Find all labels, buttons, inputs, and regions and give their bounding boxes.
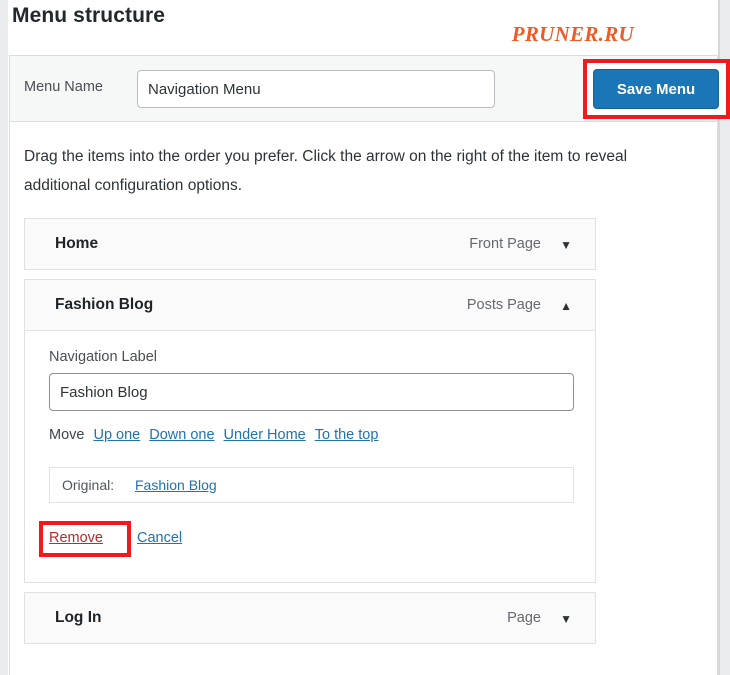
move-links-row: Move Up one Down one Under Home To the top xyxy=(49,427,378,443)
menu-item-title: Log In xyxy=(55,609,102,626)
menu-item-settings-panel: Navigation Label Move Up one Down one Under… xyxy=(24,331,596,583)
move-under-home-link[interactable]: Under Home xyxy=(224,427,306,443)
menu-name-input[interactable] xyxy=(137,70,495,108)
chevron-up-icon[interactable]: ▲ xyxy=(560,297,572,315)
chevron-down-icon[interactable]: ▼ xyxy=(560,610,572,628)
save-menu-button[interactable]: Save Menu xyxy=(593,69,719,109)
menu-item-type: Front Page xyxy=(469,236,541,252)
move-down-one-link[interactable]: Down one xyxy=(149,427,214,443)
menu-item-type: Posts Page xyxy=(466,297,541,313)
menu-name-bar: Menu Name Save Menu xyxy=(10,56,730,122)
menu-item-header[interactable]: Fashion Blog Posts Page ▲ xyxy=(24,279,596,331)
left-gutter xyxy=(0,0,8,675)
move-to-the-top-link[interactable]: To the top xyxy=(315,427,379,443)
remove-link[interactable]: Remove xyxy=(49,530,103,546)
menu-editor-card: Menu Name Save Menu Drag the items into … xyxy=(9,55,730,675)
menu-item-title: Fashion Blog xyxy=(55,296,154,313)
menu-item-header[interactable]: Log In Page ▼ xyxy=(24,592,596,644)
menu-item-fashion-blog[interactable]: Fashion Blog Posts Page ▲ Navigation Lab… xyxy=(24,279,596,583)
move-caption: Move xyxy=(49,427,85,443)
instructions-text: Drag the items into the order you prefer… xyxy=(24,148,628,194)
original-field: Original: Fashion Blog xyxy=(49,467,574,503)
menu-item-log-in[interactable]: Log In Page ▼ xyxy=(24,592,596,644)
watermark: PRUNER.RU xyxy=(511,22,634,46)
menu-items-list: Home Front Page ▼ Fashion Blog Posts Pag… xyxy=(24,218,596,653)
cancel-link[interactable]: Cancel xyxy=(137,530,182,546)
original-caption: Original: xyxy=(62,477,115,493)
menu-name-label: Menu Name xyxy=(24,79,103,95)
menu-item-header[interactable]: Home Front Page ▼ xyxy=(24,218,596,270)
menu-item-title: Home xyxy=(55,235,99,252)
screen-root: Menu structure PRUNER.RU Menu Name Save … xyxy=(0,0,730,675)
menu-item-home[interactable]: Home Front Page ▼ xyxy=(24,218,596,270)
page-title: Menu structure xyxy=(12,4,166,27)
menu-item-type: Page xyxy=(507,610,541,626)
move-up-one-link[interactable]: Up one xyxy=(93,427,140,443)
navigation-label-input[interactable] xyxy=(49,373,574,411)
chevron-down-icon[interactable]: ▼ xyxy=(560,236,572,254)
original-target-link[interactable]: Fashion Blog xyxy=(135,477,217,493)
navigation-label-caption: Navigation Label xyxy=(49,349,158,365)
